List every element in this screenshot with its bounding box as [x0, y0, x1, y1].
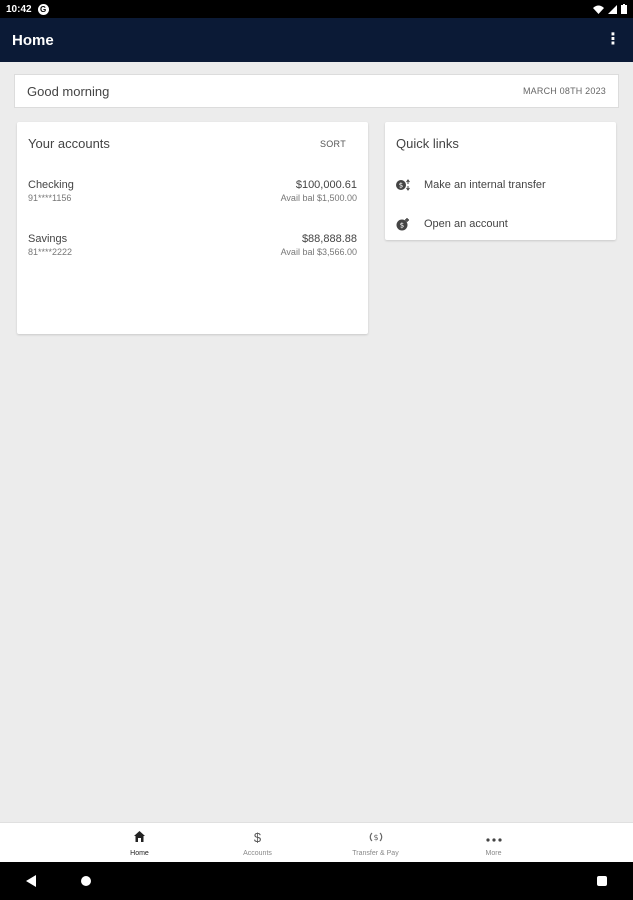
- google-icon: G: [37, 3, 49, 15]
- bottom-navigation: Home $ Accounts $ Transfer & Pay More: [0, 822, 633, 863]
- main-content: Good morning MARCH 08TH 2023 Your accoun…: [0, 62, 633, 822]
- greeting-text: Good morning: [27, 83, 110, 99]
- nav-home[interactable]: Home: [81, 823, 199, 863]
- account-row-checking[interactable]: Checking 91****1156 $100,000.61 Avail ba…: [17, 179, 368, 203]
- nav-accounts[interactable]: $ Accounts: [199, 823, 317, 863]
- svg-text:$: $: [373, 833, 378, 842]
- system-navigation-bar: [0, 862, 633, 900]
- greeting-banner: Good morning MARCH 08TH 2023: [14, 74, 619, 108]
- nav-label: Transfer & Pay: [352, 849, 399, 857]
- svg-text:$: $: [399, 182, 403, 190]
- accounts-title: Your accounts: [28, 136, 110, 151]
- home-icon: [133, 830, 146, 846]
- quick-link-internal-transfer[interactable]: $ Make an internal transfer: [385, 175, 616, 195]
- account-row-savings[interactable]: Savings 81****2222 $88,888.88 Avail bal …: [17, 233, 368, 257]
- status-bar: 10:42 G: [0, 0, 633, 18]
- overflow-menu-icon[interactable]: ⋮: [605, 32, 621, 48]
- nav-transfer-pay[interactable]: $ Transfer & Pay: [317, 823, 435, 863]
- nav-more[interactable]: More: [435, 823, 553, 863]
- account-name: Savings: [28, 233, 68, 245]
- account-name: Checking: [28, 179, 74, 191]
- more-icon: [485, 830, 502, 846]
- nav-label: Home: [130, 849, 149, 857]
- account-balance: $88,888.88: [301, 233, 357, 245]
- home-circle-icon[interactable]: [81, 876, 91, 886]
- current-date: MARCH 08TH 2023: [522, 86, 606, 96]
- quick-links-card: Quick links $ Make an internal transfer …: [385, 122, 616, 240]
- account-number: 81****2222: [28, 247, 73, 257]
- wifi-icon: [593, 5, 604, 14]
- nav-label: More: [485, 849, 502, 857]
- quick-link-label: Open an account: [424, 218, 508, 230]
- signal-icon: [608, 4, 617, 14]
- account-available-balance: Avail bal $3,566.00: [280, 247, 357, 257]
- nav-label: Accounts: [243, 849, 272, 857]
- status-time: 10:42: [6, 3, 32, 15]
- transfer-icon: $: [396, 179, 412, 191]
- status-indicators: [593, 4, 627, 14]
- battery-icon: [621, 4, 627, 14]
- recent-apps-icon[interactable]: [597, 876, 607, 886]
- account-available-balance: Avail bal $1,500.00: [280, 193, 357, 203]
- dollar-icon: $: [253, 829, 262, 845]
- app-bar: Home ⋮: [0, 18, 633, 62]
- back-icon[interactable]: [26, 875, 36, 887]
- sort-button[interactable]: SORT: [320, 139, 346, 149]
- accounts-card: Your accounts SORT Checking 91****1156 $…: [17, 122, 368, 334]
- svg-text:$: $: [400, 222, 404, 230]
- page-title: Home: [12, 31, 54, 49]
- quick-link-open-account[interactable]: $ Open an account: [385, 214, 616, 234]
- account-balance: $100,000.61: [295, 179, 357, 191]
- open-account-icon: $: [396, 217, 412, 231]
- quick-link-label: Make an internal transfer: [424, 179, 546, 191]
- account-number: 91****1156: [28, 193, 72, 203]
- quick-links-title: Quick links: [396, 136, 459, 151]
- transfer-pay-icon: $: [369, 830, 383, 846]
